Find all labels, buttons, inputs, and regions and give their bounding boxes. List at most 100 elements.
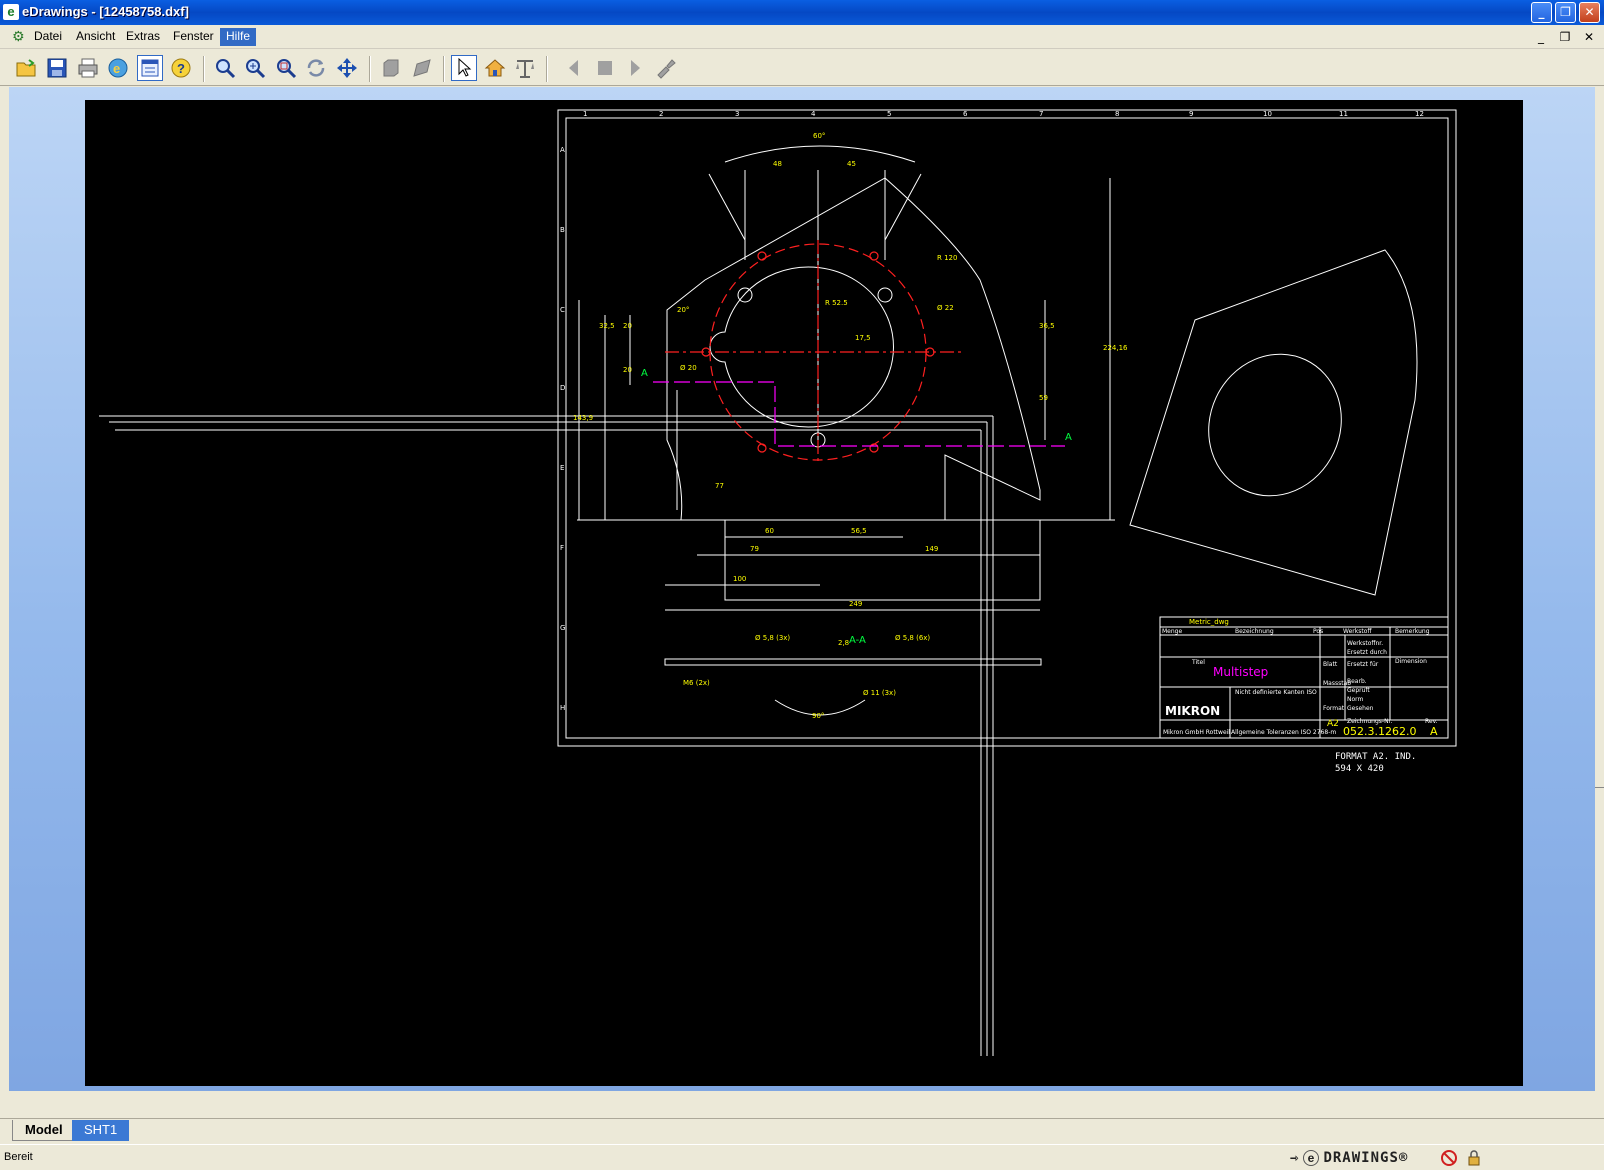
- section-marker-a-left: A: [641, 368, 648, 379]
- edrawings-app-icon[interactable]: e: [3, 4, 19, 20]
- dim-angle-77: 77: [715, 482, 724, 490]
- section-view-plate: [664, 658, 1042, 666]
- toolbar-separator: [369, 56, 371, 82]
- help-icon[interactable]: ?: [168, 55, 194, 81]
- zone-col-label: 11: [1339, 110, 1348, 118]
- dim-20a: 20: [623, 322, 632, 330]
- dim-phi22: Ø 22: [937, 304, 954, 312]
- zone-col-label: 3: [735, 110, 739, 118]
- title-block-gepr: Geprüft: [1347, 687, 1370, 694]
- minimize-button[interactable]: _: [1531, 2, 1552, 23]
- cad-drawing[interactable]: 60° 48 45 R 120 R 52.5 Ø 22 20 20 32,5 3…: [85, 100, 1523, 1086]
- zone-col-label: 1: [583, 110, 587, 118]
- title-block-logo: MIKRON: [1165, 704, 1220, 718]
- perspective-icon[interactable]: [409, 55, 435, 81]
- title-block-title: Multistep: [1213, 665, 1268, 679]
- title-block-blatt: Blatt: [1323, 661, 1338, 668]
- play-icon[interactable]: [622, 55, 648, 81]
- mdi-close-button[interactable]: ✕: [1580, 28, 1598, 46]
- zoom-to-fit-icon[interactable]: [212, 55, 238, 81]
- dim-36: 36,5: [1039, 322, 1055, 330]
- no-markup-icon[interactable]: [1440, 1149, 1458, 1167]
- toolbar-separator: [203, 56, 205, 82]
- dim-56: 56,5: [851, 527, 867, 535]
- zone-row-label: A: [560, 146, 565, 154]
- drawing-border-outer: [557, 109, 1457, 747]
- dim-224: 224,16: [1103, 344, 1128, 352]
- zone-col-label: 9: [1189, 110, 1193, 118]
- title-block-menge: Menge: [1162, 628, 1182, 635]
- pan-icon[interactable]: [334, 55, 360, 81]
- zone-row-label: H: [560, 704, 565, 712]
- dim-79: 79: [750, 545, 759, 553]
- title-block-gesehen: Gesehen: [1347, 705, 1374, 712]
- dim-2-8: 2,8: [838, 639, 849, 647]
- arrow-icon: ⇾: [1290, 1150, 1300, 1166]
- drawing-canvas[interactable]: 60° 48 45 R 120 R 52.5 Ø 22 20 20 32,5 3…: [85, 100, 1523, 1086]
- stop-icon[interactable]: [592, 55, 618, 81]
- zoom-in-out-icon[interactable]: [242, 55, 268, 81]
- zone-row-label: C: [560, 306, 565, 314]
- menu-bar: ⚙ Datei Ansicht Extras Fenster Hilfe _ ❐…: [0, 25, 1604, 49]
- vertical-scrollbar[interactable]: [1595, 87, 1604, 1091]
- menu-fenster[interactable]: Fenster: [167, 28, 220, 46]
- tab-model[interactable]: Model: [12, 1120, 76, 1141]
- toolbar-separator: [443, 56, 445, 82]
- restore-button[interactable]: ❐: [1555, 2, 1576, 23]
- zone-col-label: 4: [811, 110, 816, 118]
- dim-phi11: Ø 11 (3x): [863, 689, 896, 697]
- zone-col-label: 10: [1263, 110, 1272, 118]
- title-block-file: Metric_dwg: [1189, 618, 1229, 626]
- scroll-thumb[interactable]: [1595, 787, 1604, 801]
- title-block-tolerance-note: Nicht definierte Kanten ISO: [1235, 689, 1317, 696]
- tab-sht1[interactable]: SHT1: [72, 1120, 130, 1141]
- close-button[interactable]: ✕: [1579, 2, 1600, 23]
- send-email-icon[interactable]: e: [105, 55, 131, 81]
- hole: [737, 287, 753, 303]
- menu-datei[interactable]: Datei: [28, 28, 68, 46]
- zone-col-label: 5: [887, 110, 891, 118]
- title-block-werkstoffnr: Werkstoffnr.: [1347, 640, 1383, 647]
- menu-extras[interactable]: Extras: [120, 28, 166, 46]
- open-icon[interactable]: [13, 55, 39, 81]
- lock-icon[interactable]: [1466, 1149, 1484, 1167]
- previous-icon[interactable]: [561, 55, 587, 81]
- measure-icon[interactable]: [512, 55, 538, 81]
- sheet-tab-bar: Model SHT1: [0, 1118, 1604, 1142]
- zone-row-label: G: [560, 624, 565, 632]
- menu-hilfe[interactable]: Hilfe: [220, 28, 257, 46]
- title-block-ersetzt-durch: Ersetzt durch: [1347, 649, 1387, 656]
- title-block-rev: A: [1430, 725, 1438, 738]
- format-note-1: FORMAT A2. IND.: [1335, 752, 1416, 762]
- zoom-to-area-icon[interactable]: [273, 55, 299, 81]
- title-block-company: Mikron GmbH Rottweil: [1163, 729, 1230, 736]
- home-icon[interactable]: [482, 55, 508, 81]
- zone-row-label: E: [560, 464, 564, 472]
- brand-text: DRAWINGS®: [1323, 1150, 1409, 1166]
- select-icon[interactable]: [451, 55, 477, 81]
- title-block-ersetzt-fuer: Ersetzt für: [1347, 661, 1379, 668]
- sheet-window-icon[interactable]: [137, 55, 163, 81]
- svg-text:e: e: [113, 61, 120, 76]
- print-icon[interactable]: [75, 55, 101, 81]
- rotate-icon[interactable]: [303, 55, 329, 81]
- status-bar: Bereit ⇾ e DRAWINGS®: [0, 1144, 1604, 1170]
- title-block-pos: Pos: [1313, 628, 1323, 635]
- save-icon[interactable]: [44, 55, 70, 81]
- title-block-bearb: Bearb.: [1347, 678, 1367, 685]
- dim-59: 59: [1039, 394, 1048, 402]
- mdi-minimize-button[interactable]: _: [1532, 28, 1550, 46]
- title-block-rev-label: Rev.: [1425, 718, 1438, 725]
- dim-hole-3x: Ø 5,8 (3x): [755, 634, 790, 642]
- title-block-bezeichnung: Bezeichnung: [1235, 628, 1274, 635]
- part-outline: [666, 177, 1041, 521]
- title-block-drawing-no: 052.3.1262.0: [1343, 725, 1416, 738]
- shaded-icon[interactable]: [378, 55, 404, 81]
- mdi-restore-button[interactable]: ❐: [1556, 28, 1574, 46]
- dim-45: 45: [847, 160, 856, 168]
- menu-ansicht[interactable]: Ansicht: [70, 28, 121, 46]
- thread-hole: [757, 443, 767, 453]
- markup-icon[interactable]: [653, 55, 679, 81]
- title-block-titel-label: Titel: [1191, 659, 1205, 666]
- edrawings-logo-icon: e: [1303, 1150, 1320, 1166]
